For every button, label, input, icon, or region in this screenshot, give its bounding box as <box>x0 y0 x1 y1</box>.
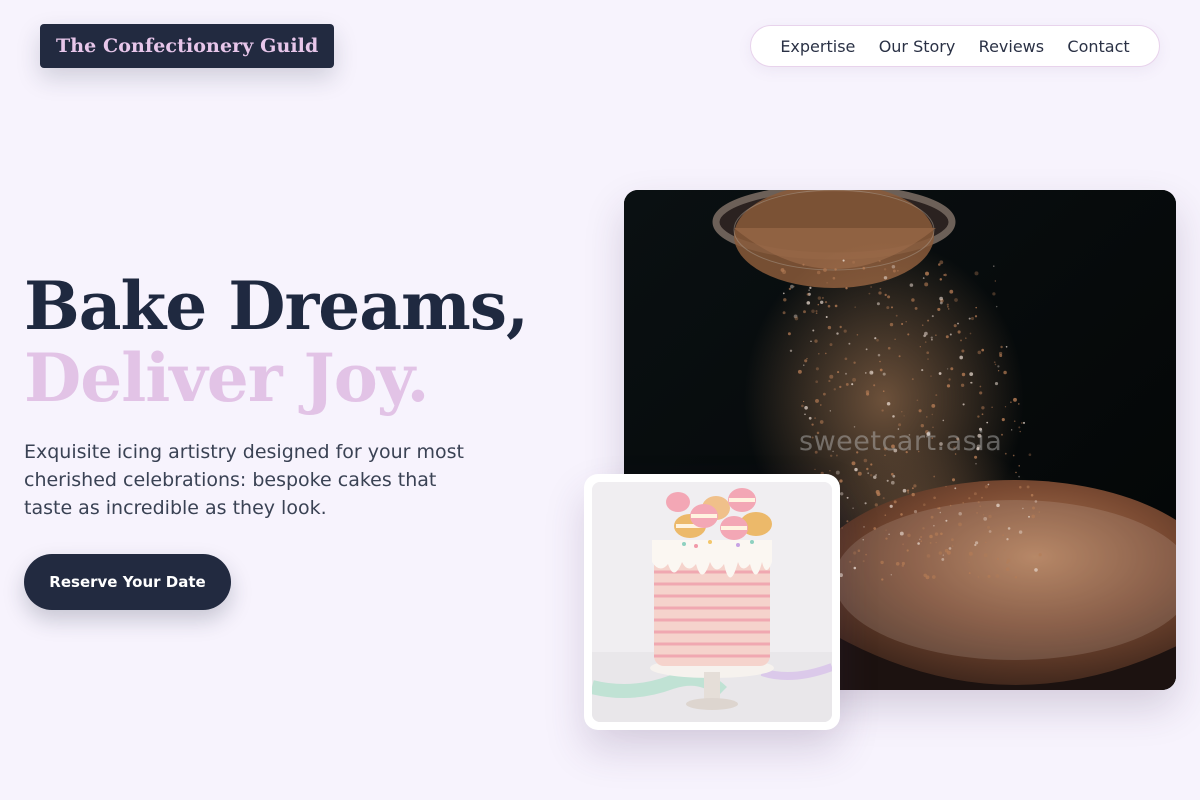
hero-subtext: Exquisite icing artistry designed for yo… <box>24 441 464 519</box>
main-nav: Expertise Our Story Reviews Contact <box>750 25 1160 67</box>
hero-headline-line1: Bake Dreams, <box>24 267 529 345</box>
hero-headline: Bake Dreams, Deliver Joy. <box>24 270 544 414</box>
brand-logo[interactable]: The Confectionery Guild <box>40 24 335 68</box>
drip-cake-illustration <box>592 482 832 722</box>
main-image-watermark: sweetcart.asia <box>799 426 1003 457</box>
nav-link-expertise[interactable]: Expertise <box>780 37 855 56</box>
inset-image-card <box>584 474 840 730</box>
brand-logo-text: The Confectionery Guild <box>56 35 319 57</box>
nav-link-reviews[interactable]: Reviews <box>979 37 1044 56</box>
hero-headline-line2: Deliver Joy. <box>24 339 429 417</box>
reserve-date-button[interactable]: Reserve Your Date <box>24 554 231 610</box>
landing-page: The Confectionery Guild Expertise Our St… <box>0 0 1200 800</box>
nav-link-contact[interactable]: Contact <box>1067 37 1129 56</box>
inset-cake-image <box>592 482 832 722</box>
nav-link-our-story[interactable]: Our Story <box>879 37 956 56</box>
